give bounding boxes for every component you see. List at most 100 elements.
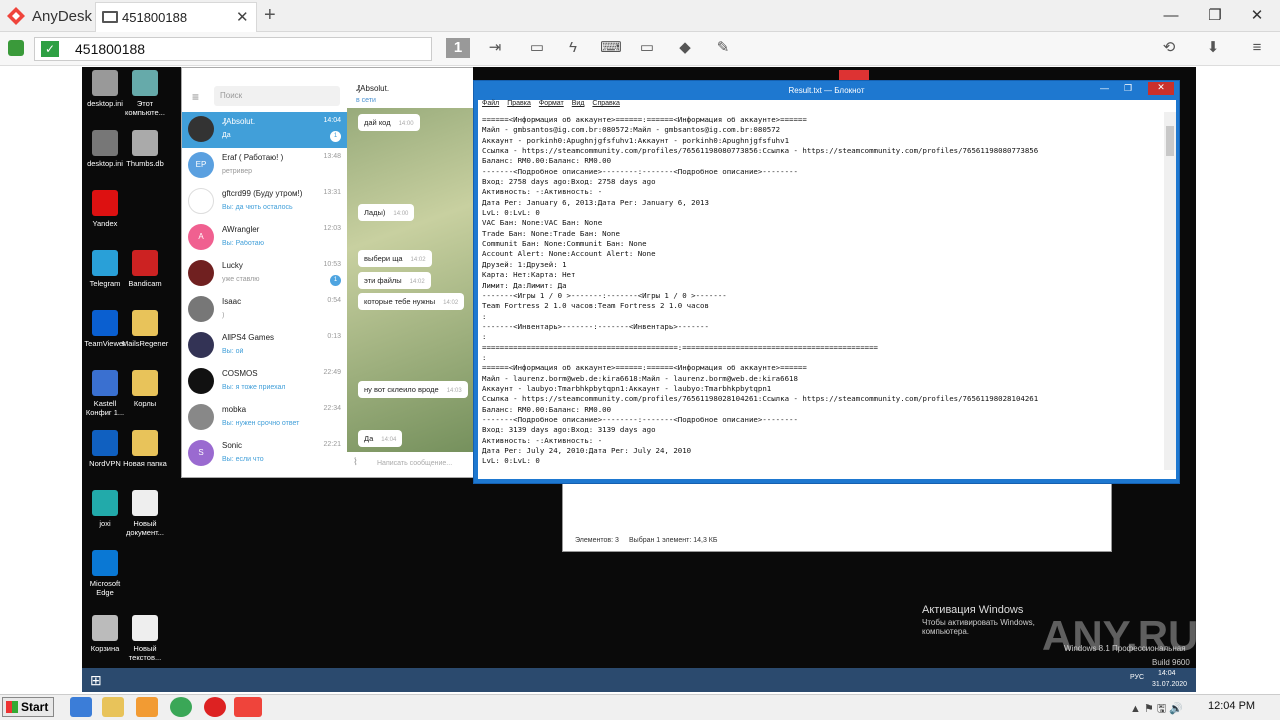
compose-bar[interactable]: ⌇ Написать сообщение... [347, 452, 473, 477]
close-tab-icon[interactable]: ✕ [236, 8, 249, 26]
close-button[interactable]: ✕ [1234, 4, 1280, 28]
np-minimize-button[interactable]: — [1100, 83, 1109, 93]
explorer-item-count: Элементов: 3 [575, 537, 619, 544]
text-line: LvL: 0:LvL: 0 [482, 208, 540, 218]
address-value: 451800188 [75, 41, 146, 57]
text-line: Майл - gmbsantos@ig.com.br:080572:Майл -… [482, 125, 781, 135]
search-input[interactable]: Поиск [214, 86, 340, 106]
desktop-icon[interactable]: Yandex [82, 190, 128, 228]
chat-time: 14:04 [323, 117, 341, 124]
text-line: Ссылка - https://steamcommunity.com/prof… [482, 146, 1039, 156]
anydesk-taskbar-icon[interactable] [234, 697, 262, 717]
chat-list-item[interactable]: EP Eraf ( Работаю! ) ретривер 13:48 [182, 148, 347, 184]
telegram-window[interactable]: ≡ Поиск ₰Absolut. Да 14:04 1 EP Eraf ( Работа… [181, 67, 473, 478]
explorer-window[interactable]: Элементов: 3 Выбран 1 элемент: 14,3 КБ [562, 480, 1112, 552]
desktop-icon[interactable]: Этот компьюте... [122, 70, 168, 117]
desktop-icon[interactable]: Bandicam [122, 250, 168, 288]
media-icon[interactable] [136, 697, 158, 717]
message-bubble[interactable]: выбери ща 14:02 [358, 250, 432, 267]
chat-list-item[interactable]: Isaac) 0:54 [182, 292, 347, 328]
chat-list-item[interactable]: A AWrangler Вы: Работаю 12:03 [182, 220, 347, 256]
np-maximize-button[interactable]: ❐ [1124, 83, 1132, 94]
np-close-button[interactable]: ✕ [1148, 82, 1174, 95]
scroll-thumb[interactable] [1166, 126, 1174, 156]
permissions-icon[interactable]: ◆ [674, 38, 696, 58]
history-icon[interactable]: ⟲ [1158, 38, 1180, 58]
message-bubble[interactable]: Лады) 14:00 [358, 204, 415, 221]
desktop-icon[interactable]: Новая папка [122, 430, 168, 468]
opera-icon[interactable] [204, 697, 226, 717]
notepad-window[interactable]: Result.txt — Блокнот — ❐ ✕ Файл Правка Фор… [473, 80, 1180, 484]
menu-item[interactable]: Справка [592, 100, 619, 107]
chat-icon[interactable]: ▭ [526, 38, 548, 58]
message-time: 14:00 [393, 211, 409, 217]
menu-item[interactable]: Правка [507, 100, 531, 107]
chat-preview: ретривер [222, 168, 252, 175]
new-tab-button[interactable]: + [264, 4, 276, 27]
chat-list-item[interactable]: S Sonic Вы: если что 22:21 [182, 436, 347, 472]
chat-time: 0:13 [327, 333, 341, 340]
download-icon[interactable]: ⬇ [1202, 38, 1224, 58]
chat-preview: Вы: если что [222, 456, 264, 463]
ie-icon[interactable] [70, 697, 92, 717]
chat-list-item[interactable]: Lucky уже ставлю 10:53 1 [182, 256, 347, 292]
desktop-icon[interactable]: Новый документ... [122, 490, 168, 537]
unread-badge: 1 [330, 275, 341, 286]
hamburger-icon[interactable]: ≡ [192, 90, 199, 104]
menu-item[interactable]: Вид [572, 100, 585, 107]
desktop-icon[interactable]: Microsoft Edge [82, 550, 128, 597]
menu-item[interactable]: Формат [539, 100, 564, 107]
chat-name: Lucky [222, 261, 243, 270]
display-1-icon[interactable]: 1 [446, 38, 470, 58]
keyboard-icon[interactable]: ⌨ [600, 38, 622, 58]
desktop-icon-label: Microsoft Edge [89, 579, 121, 597]
maximize-button[interactable]: ❐ [1192, 4, 1238, 28]
attach-icon[interactable]: ⌇ [353, 457, 358, 468]
message-bubble[interactable]: дай код 14:00 [358, 114, 420, 131]
desktop-icon[interactable]: MailsRegener [122, 310, 168, 348]
message-bubble[interactable]: Да 14:04 [358, 430, 403, 447]
windows-start-icon[interactable]: ⊞ [90, 672, 102, 689]
notepad-scrollbar[interactable] [1164, 112, 1176, 470]
explorer-selection: Выбран 1 элемент: 14,3 КБ [629, 537, 718, 544]
address-field[interactable]: ✓ 451800188 [34, 37, 432, 61]
edition-text: Windows 8.1 Профессиональная [1064, 644, 1186, 653]
desktop-icon-image [92, 430, 118, 456]
transfer-icon[interactable]: ⇥ [484, 38, 506, 58]
anydesk-logo-icon [7, 7, 25, 25]
desktop-icon-label: Этот компьюте... [125, 99, 165, 117]
chat-list-item[interactable]: mobka Вы: нужен срочно ответ 22:34 [182, 400, 347, 436]
folder-icon[interactable] [102, 697, 124, 717]
message-bubble[interactable]: которые тебе нужны 14:02 [358, 293, 465, 310]
chat-list-item[interactable]: AllPS4 Games Вы: ой 0:13 [182, 328, 347, 364]
chat-list-item[interactable]: gftcrd99 (Буду утром!) Вы: да чють остало… [182, 184, 347, 220]
text-line: Trade Бан: None:Trade Бан: None [482, 228, 620, 238]
chrome-icon[interactable] [170, 697, 192, 717]
message-text: ну вот склеило вроде [364, 385, 439, 394]
desktop-icon[interactable]: Корлы [122, 370, 168, 408]
desktop-icon-image [92, 490, 118, 516]
windows-flag-icon [6, 701, 18, 713]
desktop-icon[interactable]: Thumbs.db [122, 130, 168, 168]
text-line: Account Alert: None:Account Alert: None [482, 249, 656, 259]
message-time: 14:03 [446, 388, 462, 394]
chat-list-item[interactable]: ₰Absolut. Да 14:04 1 [182, 112, 347, 148]
menu-item[interactable]: Файл [482, 100, 499, 107]
message-bubble[interactable]: ну вот склеило вроде 14:03 [358, 381, 468, 398]
session-tab[interactable]: 451800188 ✕ [95, 2, 257, 32]
chat-name: mobka [222, 405, 247, 414]
chat-list-item[interactable]: COSMOS Вы: я тоже приехал 22:49 [182, 364, 347, 400]
chat-preview: уже ставлю [222, 276, 260, 283]
desktop-icon-image [132, 130, 158, 156]
avatar [188, 188, 214, 214]
menu-icon[interactable]: ≡ [1246, 38, 1268, 58]
actions-icon[interactable]: ϟ [562, 38, 584, 58]
notepad-text[interactable]: ======<Информация об аккаунте>======:===… [478, 112, 1176, 479]
compose-placeholder: Написать сообщение... [377, 460, 453, 467]
display-icon[interactable]: ▭ [636, 38, 658, 58]
minimize-button[interactable]: — [1148, 4, 1194, 28]
message-bubble[interactable]: эти файлы 14:02 [358, 272, 431, 289]
whiteboard-icon[interactable]: ✎ [712, 38, 734, 58]
chat-name: AllPS4 Games [222, 333, 275, 342]
desktop-icon[interactable]: Новый текстов... [122, 615, 168, 662]
